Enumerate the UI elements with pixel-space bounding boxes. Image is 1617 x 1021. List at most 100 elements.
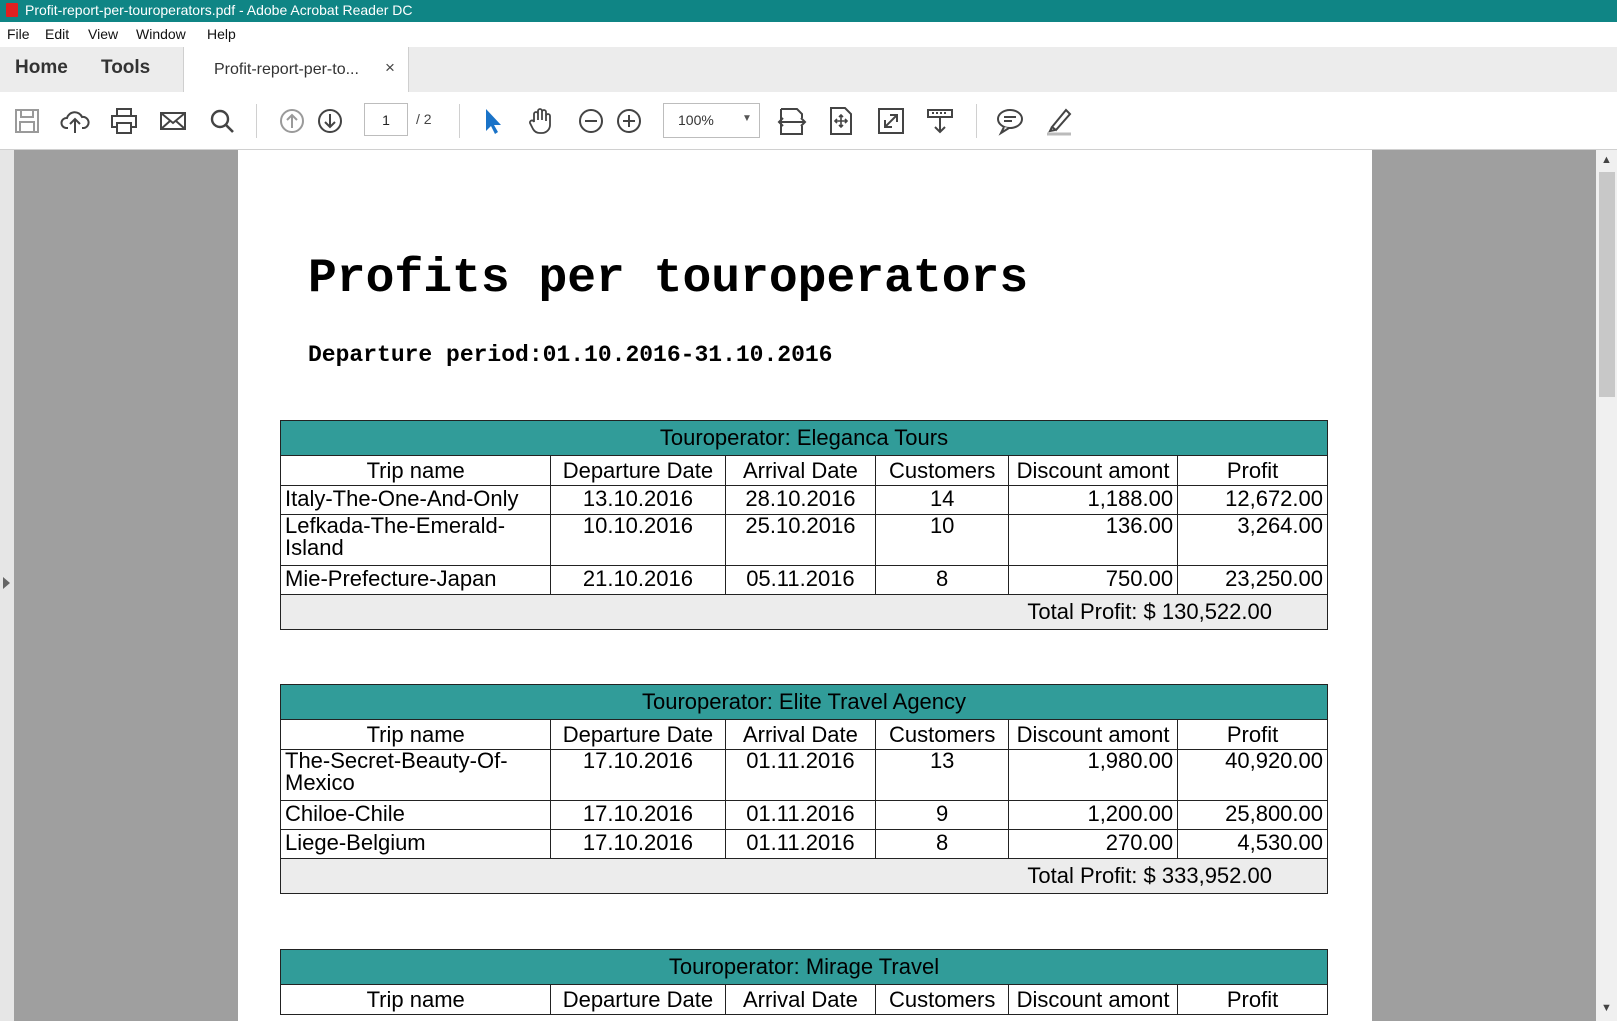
full-screen-icon[interactable]	[876, 106, 906, 136]
arrival-date: 01.11.2016	[724, 829, 877, 859]
column-header: Trip name	[279, 984, 552, 1015]
operator-header: Touroperator: Eleganca Tours	[280, 420, 1328, 456]
column-header: Discount amont	[1007, 984, 1179, 1015]
column-header: Customers	[875, 984, 1009, 1015]
highlight-pen-icon[interactable]	[1044, 106, 1074, 136]
arrival-date: 01.11.2016	[724, 800, 877, 830]
trip-name: Chiloe-Chile	[279, 800, 552, 830]
fit-width-icon[interactable]	[777, 106, 807, 136]
column-header: Arrival Date	[724, 455, 877, 486]
customers: 14	[875, 485, 1009, 515]
table-row: Lefkada-The-Emerald-Island 10.10.2016 25…	[279, 514, 1328, 566]
scroll-down-icon[interactable]: ▼	[1601, 1002, 1612, 1014]
table-row: Liege-Belgium 17.10.2016 01.11.2016 8 27…	[279, 829, 1328, 859]
arrival-date: 28.10.2016	[724, 485, 877, 515]
scroll-mode-icon[interactable]	[925, 106, 955, 136]
departure-date: 17.10.2016	[550, 800, 726, 830]
vertical-scrollbar[interactable]: ▲ ▼	[1596, 150, 1617, 1021]
profit: 4,530.00	[1177, 829, 1328, 859]
zoom-in-icon[interactable]	[614, 106, 644, 136]
tab-document-label: Profit-report-per-to...	[214, 61, 359, 78]
previous-page-icon[interactable]	[277, 106, 307, 136]
customers: 8	[875, 829, 1009, 859]
zoom-select[interactable]: 100% ▼	[663, 103, 760, 138]
left-panel-rail[interactable]	[0, 150, 14, 1021]
operator-header: Touroperator: Mirage Travel	[280, 949, 1328, 985]
window-title: Profit-report-per-touroperators.pdf - Ad…	[25, 2, 413, 18]
tab-tools[interactable]: Tools	[101, 57, 150, 79]
select-pointer-icon[interactable]	[478, 106, 508, 136]
toolbar: 1 / 2 100% ▼	[0, 92, 1617, 150]
table-row: Chiloe-Chile 17.10.2016 01.11.2016 9 1,2…	[279, 800, 1328, 830]
tab-bar: Home Tools Profit-report-per-to... ×	[0, 47, 1617, 93]
arrival-date: 01.11.2016	[724, 749, 877, 801]
menu-file[interactable]: File	[7, 26, 30, 42]
table-row: The-Secret-Beauty-Of-Mexico 17.10.2016 0…	[279, 749, 1328, 801]
email-icon[interactable]	[158, 106, 188, 136]
discount-amount: 1,200.00	[1007, 800, 1179, 830]
close-tab-icon[interactable]: ×	[385, 58, 395, 78]
acrobat-icon	[6, 3, 18, 17]
menu-view[interactable]: View	[88, 26, 118, 42]
cloud-upload-icon[interactable]	[60, 106, 90, 136]
customers: 8	[875, 565, 1009, 595]
scrollbar-thumb[interactable]	[1599, 172, 1615, 397]
menu-window[interactable]: Window	[136, 26, 186, 42]
arrival-date: 05.11.2016	[724, 565, 877, 595]
departure-date: 10.10.2016	[550, 514, 726, 566]
profit: 12,672.00	[1177, 485, 1328, 515]
profit: 3,264.00	[1177, 514, 1328, 566]
menu-edit[interactable]: Edit	[45, 26, 69, 42]
discount-amount: 136.00	[1007, 514, 1179, 566]
column-header: Profit	[1177, 984, 1328, 1015]
document-workspace[interactable]: Profits per touroperators Departure peri…	[0, 150, 1617, 1021]
hand-tool-icon[interactable]	[526, 106, 556, 136]
scroll-up-icon[interactable]: ▲	[1601, 154, 1612, 166]
fit-page-icon[interactable]	[826, 106, 856, 136]
total-profit: Total Profit: $ 130,522.00	[280, 594, 1328, 630]
discount-amount: 750.00	[1007, 565, 1179, 595]
column-header: Discount amont	[1007, 719, 1179, 750]
toolbar-divider	[256, 104, 257, 138]
column-header: Customers	[875, 719, 1009, 750]
page-number-input[interactable]: 1	[364, 103, 408, 136]
arrival-date: 25.10.2016	[724, 514, 877, 566]
column-header: Departure Date	[550, 455, 726, 486]
column-header: Profit	[1177, 455, 1328, 486]
column-header: Customers	[875, 455, 1009, 486]
column-header: Departure Date	[550, 719, 726, 750]
trip-name: Mie-Prefecture-Japan	[279, 565, 552, 595]
discount-amount: 1,188.00	[1007, 485, 1179, 515]
discount-amount: 270.00	[1007, 829, 1179, 859]
save-icon[interactable]	[12, 106, 42, 136]
toolbar-divider	[459, 104, 460, 138]
page-total: / 2	[416, 111, 432, 127]
trip-name: Italy-The-One-And-Only	[279, 485, 552, 515]
search-icon[interactable]	[207, 106, 237, 136]
customers: 9	[875, 800, 1009, 830]
expand-panel-icon[interactable]	[3, 577, 10, 589]
column-header: Arrival Date	[724, 719, 877, 750]
tab-home[interactable]: Home	[15, 57, 68, 79]
profit: 40,920.00	[1177, 749, 1328, 801]
customers: 13	[875, 749, 1009, 801]
operator-table: Touroperator: Elite Travel Agency Trip n…	[279, 684, 1328, 894]
departure-date: 13.10.2016	[550, 485, 726, 515]
chevron-down-icon: ▼	[742, 113, 752, 124]
customers: 10	[875, 514, 1009, 566]
departure-period: Departure period:01.10.2016-31.10.2016	[308, 342, 833, 368]
operator-table: Touroperator: Mirage Travel Trip name De…	[279, 949, 1328, 1015]
zoom-out-icon[interactable]	[576, 106, 606, 136]
column-header: Arrival Date	[724, 984, 877, 1015]
column-header: Trip name	[279, 719, 552, 750]
table-row: Mie-Prefecture-Japan 21.10.2016 05.11.20…	[279, 565, 1328, 595]
menu-help[interactable]: Help	[207, 26, 236, 42]
tab-document[interactable]: Profit-report-per-to... ×	[183, 47, 409, 93]
table-row: Italy-The-One-And-Only 13.10.2016 28.10.…	[279, 485, 1328, 515]
departure-date: 17.10.2016	[550, 749, 726, 801]
discount-amount: 1,980.00	[1007, 749, 1179, 801]
operator-header: Touroperator: Elite Travel Agency	[280, 684, 1328, 720]
next-page-icon[interactable]	[315, 106, 345, 136]
comment-icon[interactable]	[995, 106, 1025, 136]
print-icon[interactable]	[109, 106, 139, 136]
